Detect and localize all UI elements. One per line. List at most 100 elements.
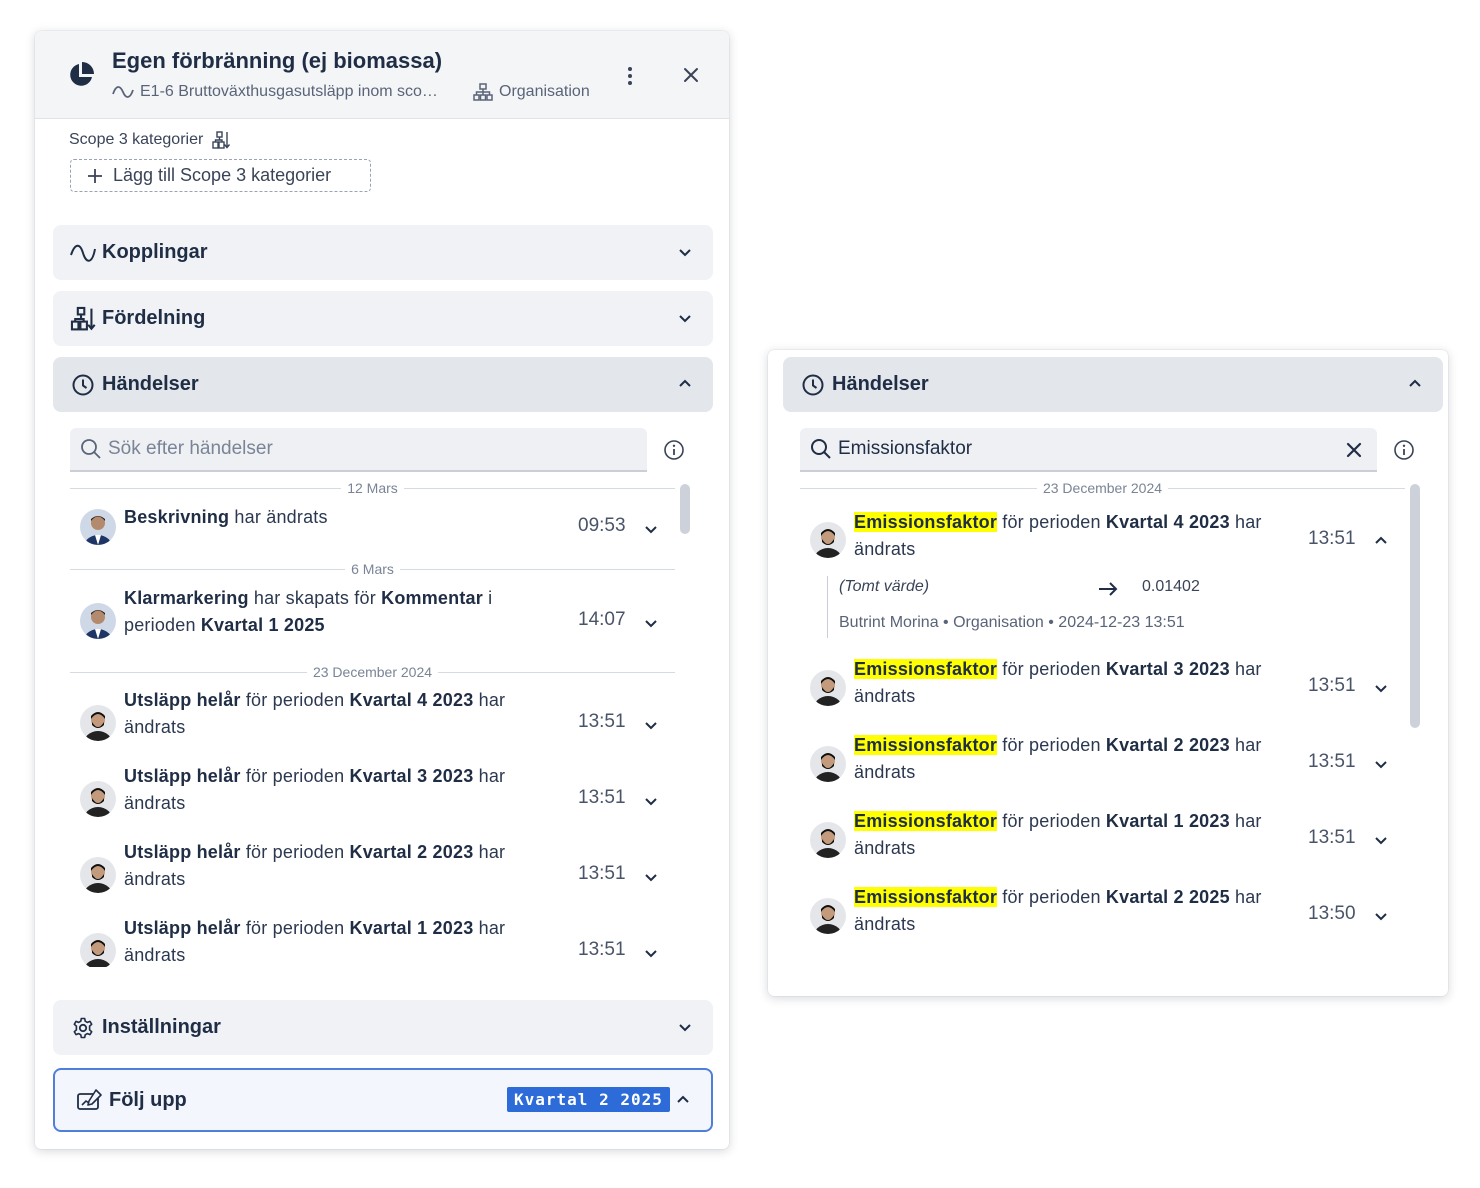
chevron-down-icon[interactable]: [642, 868, 660, 886]
clear-icon[interactable]: [1345, 441, 1363, 459]
accordion-label: Händelser: [102, 373, 199, 395]
event-time: 13:51: [1308, 675, 1356, 696]
list-item[interactable]: Beskrivning har ändrats 09:53: [80, 507, 670, 545]
date-divider: 23 December 2024: [800, 479, 1406, 497]
accordion-label: Följ upp: [109, 1088, 187, 1111]
organisation-link[interactable]: Organisation: [473, 83, 590, 101]
chevron-down-icon[interactable]: [642, 716, 660, 734]
accordion-kopplingar[interactable]: Kopplingar: [53, 225, 713, 280]
event-time: 13:51: [578, 939, 626, 960]
events-search[interactable]: [800, 428, 1377, 472]
accordion-label: Händelser: [832, 373, 929, 395]
search-input[interactable]: [108, 438, 588, 460]
add-scope-label: Lägg till Scope 3 kategorier: [113, 165, 332, 185]
list-item[interactable]: Utsläpp helår för perioden Kvartal 2 202…: [80, 842, 670, 899]
chevron-down-icon[interactable]: [642, 792, 660, 810]
event-text: Utsläpp helår för perioden Kvartal 3 202…: [124, 766, 506, 813]
date-divider: 12 Mars: [70, 479, 676, 497]
event-time: 14:07: [578, 609, 626, 630]
old-value: (Tomt värde): [839, 578, 930, 595]
subtitle-text: E1-6 Bruttoväxthusgasutsläpp inom sco…: [140, 83, 438, 100]
add-scope-button[interactable]: Lägg till Scope 3 kategorier: [70, 159, 371, 192]
event-text: Utsläpp helår för perioden Kvartal 2 202…: [124, 842, 506, 889]
event-text: Emissionsfaktor för perioden Kvartal 2 2…: [854, 887, 1262, 934]
avatar: [80, 509, 116, 545]
scrollbar[interactable]: [680, 484, 690, 534]
avatar: [80, 705, 116, 741]
clock-icon: [799, 371, 827, 399]
close-icon[interactable]: [680, 64, 702, 86]
chevron-down-icon[interactable]: [642, 944, 660, 962]
event-text: Klarmarkering har skapats för Kommentar …: [124, 588, 493, 635]
search-input[interactable]: [838, 438, 1318, 460]
chevron-down-icon[interactable]: [642, 614, 660, 632]
organisation-text: Organisation: [499, 83, 590, 100]
event-text: Beskrivning har ändrats: [124, 507, 328, 527]
avatar: [810, 746, 846, 782]
events-panel: Händelser 23 December 2024 Emissionsfakt…: [768, 350, 1448, 996]
event-list: 12 Mars Beskrivning har ändrats 09:53 6 …: [35, 479, 729, 967]
date-divider: 6 Mars: [70, 560, 676, 578]
events-search[interactable]: [70, 428, 647, 472]
accordion-handelser[interactable]: Händelser: [783, 357, 1443, 412]
event-text: Utsläpp helår för perioden Kvartal 1 202…: [124, 918, 506, 965]
event-time: 13:51: [578, 787, 626, 808]
chevron-down-icon[interactable]: [1372, 679, 1390, 697]
distribution-icon: [69, 305, 97, 333]
avatar: [80, 933, 116, 967]
chevron-down-icon[interactable]: [642, 520, 660, 538]
search-icon: [811, 439, 831, 459]
pie-chart-icon: [70, 62, 94, 86]
event-time: 13:51: [578, 863, 626, 884]
avatar: [80, 603, 116, 639]
event-text: Emissionsfaktor för perioden Kvartal 3 2…: [854, 659, 1262, 706]
accordion-label: Inställningar: [102, 1016, 221, 1038]
arrow-right-icon: [1099, 582, 1118, 596]
list-item[interactable]: Emissionsfaktor för perioden Kvartal 2 2…: [810, 887, 1400, 944]
chevron-down-icon[interactable]: [1372, 907, 1390, 925]
event-text: Utsläpp helår för perioden Kvartal 4 202…: [124, 690, 506, 737]
kebab-icon[interactable]: [620, 65, 640, 87]
distribution-icon: [212, 131, 231, 149]
org-chart-icon: [473, 83, 493, 101]
chevron-up-icon: [1409, 379, 1421, 387]
list-item[interactable]: Emissionsfaktor för perioden Kvartal 1 2…: [810, 811, 1400, 868]
event-text: Emissionsfaktor för perioden Kvartal 1 2…: [854, 811, 1262, 858]
chevron-down-icon: [679, 1024, 691, 1032]
accordion-installningar[interactable]: Inställningar: [53, 1000, 713, 1055]
new-value: 0.01402: [1142, 578, 1200, 595]
list-item[interactable]: Utsläpp helår för perioden Kvartal 1 202…: [80, 918, 670, 967]
chevron-down-icon[interactable]: [1372, 755, 1390, 773]
list-item[interactable]: Emissionsfaktor för perioden Kvartal 2 2…: [810, 735, 1400, 792]
event-time: 13:51: [578, 711, 626, 732]
accordion-folj-upp[interactable]: Följ upp Kvartal 2 2025: [53, 1068, 713, 1132]
info-icon[interactable]: [663, 439, 685, 461]
date-divider: 23 December 2024: [70, 663, 676, 681]
event-list: 23 December 2024 Emissionsfaktor för per…: [768, 479, 1448, 979]
clock-icon: [69, 371, 97, 399]
scrollbar[interactable]: [1410, 484, 1420, 728]
list-item[interactable]: Klarmarkering har skapats för Kommentar …: [80, 588, 670, 645]
list-item[interactable]: Utsläpp helår för perioden Kvartal 3 202…: [80, 766, 670, 823]
chevron-up-icon[interactable]: [1372, 532, 1390, 550]
event-time: 13:51: [1308, 528, 1356, 549]
list-item[interactable]: Utsläpp helår för perioden Kvartal 4 202…: [80, 690, 670, 747]
scope-label: Scope 3 kategorier: [69, 130, 231, 150]
edit-chart-icon: [76, 1086, 104, 1114]
event-text: Emissionsfaktor för perioden Kvartal 4 2…: [854, 512, 1262, 559]
list-item[interactable]: Emissionsfaktor för perioden Kvartal 3 2…: [810, 659, 1400, 716]
avatar: [810, 522, 846, 558]
info-icon[interactable]: [1393, 439, 1415, 461]
avatar: [810, 822, 846, 858]
subtitle-link[interactable]: E1-6 Bruttoväxthusgasutsläpp inom sco…: [112, 83, 438, 101]
chevron-up-icon: [679, 379, 691, 387]
detail-meta: Butrint Morina • Organisation • 2024-12-…: [839, 614, 1185, 631]
list-item[interactable]: Emissionsfaktor för perioden Kvartal 4 2…: [810, 512, 1400, 569]
accordion-label: Fördelning: [102, 307, 206, 329]
chevron-down-icon[interactable]: [1372, 831, 1390, 849]
period-tag: Kvartal 2 2025: [507, 1087, 670, 1112]
accordion-fordelning[interactable]: Fördelning: [53, 291, 713, 346]
panel-header: Egen förbränning (ej biomassa) E1-6 Brut…: [35, 31, 729, 119]
chevron-up-icon: [677, 1095, 689, 1103]
accordion-handelser[interactable]: Händelser: [53, 357, 713, 412]
